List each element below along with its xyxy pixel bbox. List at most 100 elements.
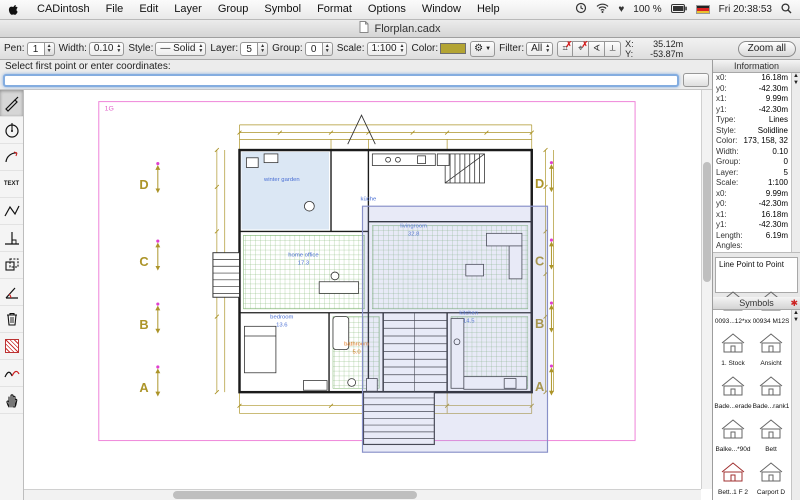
info-row-label: Layer:	[716, 168, 738, 179]
symbol-item[interactable]: Bade...rank1	[752, 371, 790, 414]
menu-item[interactable]: CADintosh	[29, 0, 98, 19]
floorplan-drawing[interactable]: 1G	[24, 90, 701, 489]
apple-menu-icon[interactable]	[8, 3, 19, 16]
info-row-value: -42.30m	[759, 220, 788, 231]
info-row: x0: 16.18m	[713, 73, 791, 84]
prompt-confirm-button[interactable]	[683, 73, 709, 87]
snap-point-toggle[interactable]: ⌖✗	[573, 41, 589, 57]
prompt-message: Select first point or enter coordinates:	[0, 60, 712, 73]
symbol-item[interactable]: Ansicht	[752, 328, 790, 371]
floor-label: 1G	[105, 105, 114, 112]
window-title-bar[interactable]: Florplan.cadx	[0, 20, 800, 38]
delete-tool[interactable]	[0, 306, 23, 333]
symbol-item[interactable]: 1. Stock	[714, 328, 752, 371]
polyline-tool[interactable]	[0, 198, 23, 225]
menu-item[interactable]: Help	[469, 0, 508, 19]
symbol-thumbnail	[756, 374, 786, 403]
info-row: Angles:	[713, 241, 791, 252]
symbols-panel-header[interactable]: Symbols ✱	[713, 297, 800, 310]
menu-item[interactable]: Format	[309, 0, 360, 19]
symbol-item[interactable]: Balke...*90d	[714, 414, 752, 457]
roof-mark	[348, 115, 376, 144]
menu-item[interactable]: Edit	[131, 0, 166, 19]
filter-combo[interactable]: All▲▼	[526, 42, 553, 56]
info-row: Width: 0.10	[713, 147, 791, 158]
symbol-thumbnail	[718, 331, 748, 360]
zoom-all-button[interactable]: Zoom all	[738, 41, 796, 57]
menu-item[interactable]: Options	[360, 0, 414, 19]
snap-ortho-toggle[interactable]: ⟂	[605, 41, 621, 57]
symbol-thumbnail	[756, 331, 786, 360]
prompt-bar: Select first point or enter coordinates:	[0, 60, 712, 90]
canvas-vertical-scrollbar[interactable]	[701, 90, 712, 489]
layer-stepper[interactable]: 5▲▼	[240, 42, 268, 56]
wifi-icon[interactable]	[596, 3, 609, 16]
symbol-thumbnail	[756, 417, 786, 446]
style-combo[interactable]: — Solid▲▼	[155, 42, 206, 56]
symbol-item[interactable]: Carport D	[752, 457, 790, 500]
hatch-tool[interactable]	[0, 333, 23, 360]
info-row-value: 173, 158, 32	[744, 136, 788, 147]
symbol-caption: Ansicht	[760, 360, 781, 367]
menu-clock[interactable]: Fri 20:38:53	[719, 4, 772, 15]
menu-item[interactable]: Window	[414, 0, 469, 19]
measure-angle-tool[interactable]	[0, 279, 23, 306]
snap-grid-toggle[interactable]: ⌗✗	[557, 41, 573, 57]
circle-tool[interactable]	[0, 117, 23, 144]
svg-text:D: D	[139, 178, 148, 192]
battery-icon[interactable]	[671, 4, 687, 16]
info-row: y0: -42.30m	[713, 199, 791, 210]
symbol-item[interactable]: Bett..1 F 2	[714, 457, 752, 500]
input-language-flag-icon[interactable]	[696, 5, 710, 14]
info-row: Layer: 5	[713, 168, 791, 179]
snap-angle-toggle[interactable]: ∢	[589, 41, 605, 57]
pan-hand-tool[interactable]	[0, 387, 23, 414]
menu-item[interactable]: Symbol	[256, 0, 309, 19]
info-row-label: x1:	[716, 210, 727, 221]
time-machine-icon[interactable]	[575, 2, 587, 17]
symbols-menu-icon[interactable]: ✱	[790, 297, 798, 310]
menu-status-area: ♥ 100 % Fri 20:38:53	[575, 2, 792, 17]
scale-combo[interactable]: 1:100▲▼	[367, 42, 408, 56]
width-combo[interactable]: 0.10▲▼	[89, 42, 124, 56]
drawing-canvas[interactable]: 1G	[24, 90, 712, 500]
info-row: y1: -42.30m	[713, 105, 791, 116]
menu-item[interactable]: File	[98, 0, 132, 19]
info-row-label: Style:	[716, 126, 736, 137]
selection-rectangle[interactable]	[363, 206, 548, 452]
settings-gear-button[interactable]: ⚙▼	[470, 41, 495, 57]
group-stepper[interactable]: 0▲▼	[305, 42, 333, 56]
filter-label: Filter:	[499, 43, 524, 54]
notification-icon[interactable]: ♥	[618, 4, 624, 15]
canvas-horizontal-scrollbar[interactable]	[24, 489, 701, 500]
freehand-tool[interactable]	[0, 360, 23, 387]
info-scrollbar[interactable]: ▲▼	[791, 73, 800, 252]
scrollbar-thumb	[703, 162, 711, 282]
symbol-item[interactable]: Bade...erade	[714, 371, 752, 414]
arc-tool[interactable]	[0, 144, 23, 171]
red-x-icon: ✗	[565, 40, 572, 49]
menu-item[interactable]: Group	[210, 0, 257, 19]
symbol-item[interactable]: Bett	[752, 414, 790, 457]
coordinate-input[interactable]	[3, 74, 679, 87]
color-label: Color:	[411, 43, 438, 54]
menu-item[interactable]: Layer	[166, 0, 210, 19]
spotlight-icon[interactable]	[781, 3, 792, 17]
perpendicular-tool[interactable]	[0, 225, 23, 252]
info-row-value: 6.19m	[766, 231, 788, 242]
color-swatch[interactable]	[440, 43, 466, 54]
pen-stepper[interactable]: 1▲▼	[27, 42, 55, 56]
line-tool[interactable]	[0, 90, 23, 117]
cursor-y: -53.87m	[650, 49, 683, 59]
info-row-label: Scale:	[716, 178, 738, 189]
red-x-icon: ✗	[581, 40, 588, 49]
pen-label: Pen:	[4, 43, 25, 54]
symbols-scrollbar[interactable]: ▲▼	[791, 310, 800, 500]
info-row-value: 16.18m	[761, 210, 788, 221]
svg-text:B: B	[139, 318, 148, 332]
information-panel-header[interactable]: Information	[713, 60, 800, 73]
info-row-value: 0	[784, 157, 788, 168]
text-tool[interactable]: TEXT	[0, 171, 23, 198]
duplicate-tool[interactable]	[0, 252, 23, 279]
info-row-value: Solidline	[758, 126, 788, 137]
